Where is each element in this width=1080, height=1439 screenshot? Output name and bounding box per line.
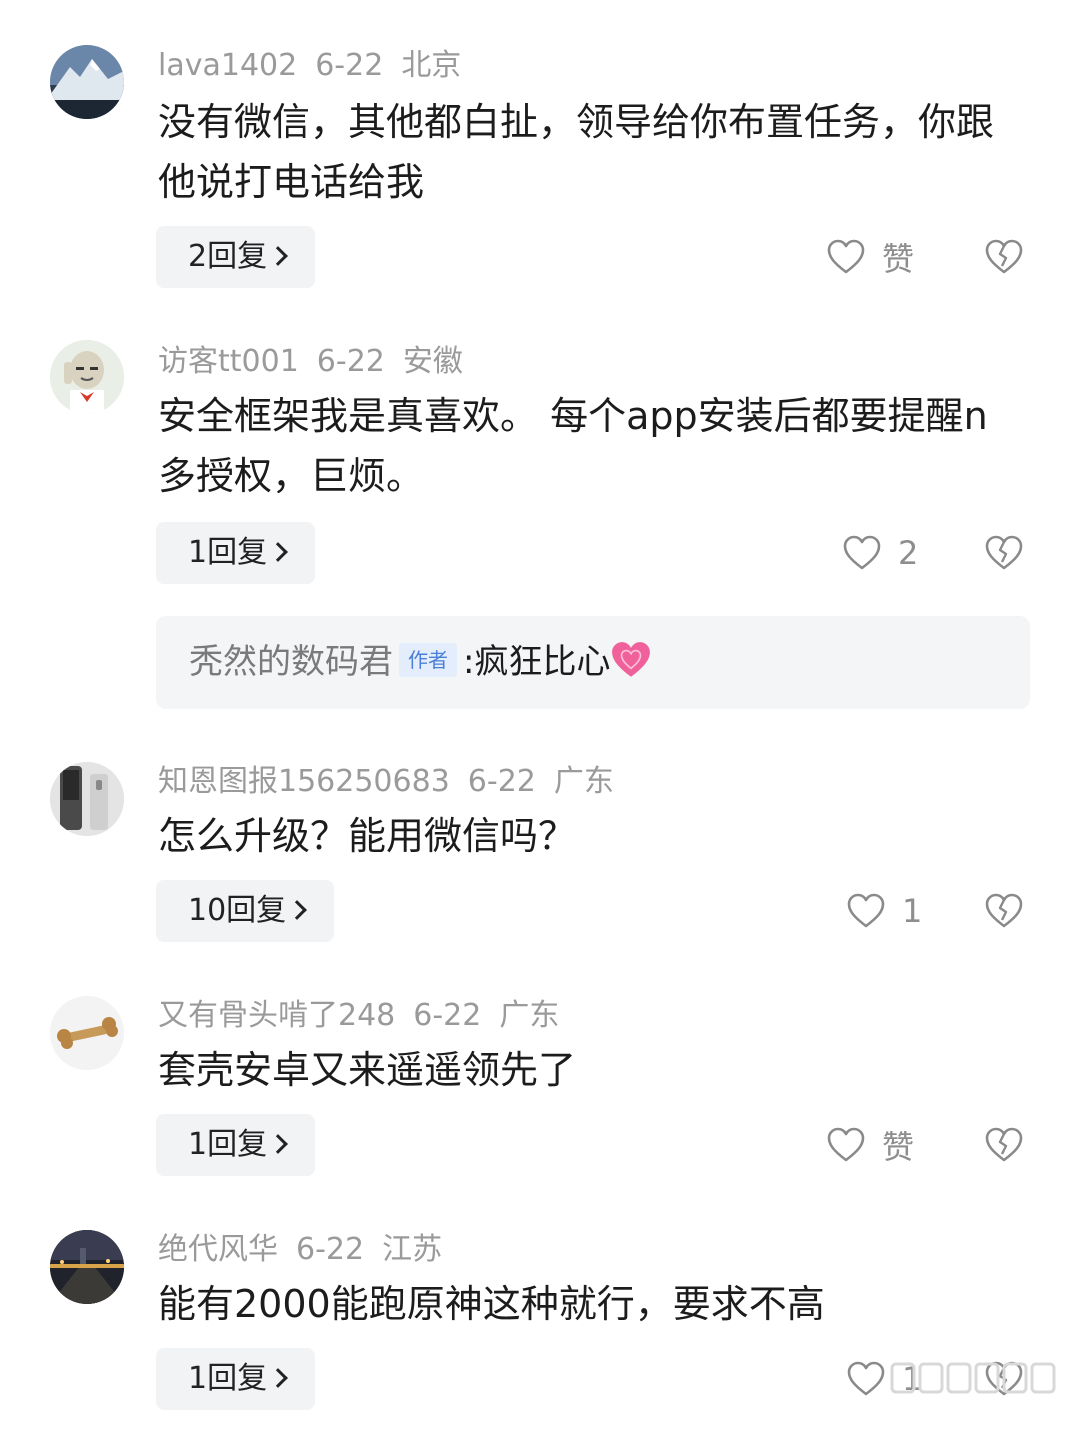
- comment-location: 北京: [401, 48, 462, 83]
- chevron-right-icon: [268, 1134, 288, 1154]
- avatar[interactable]: [50, 340, 124, 414]
- sub-reply-text: 疯狂比心: [474, 642, 611, 682]
- comment-text: 套壳安卓又来遥遥领先了: [158, 1048, 577, 1092]
- avatar[interactable]: [50, 996, 124, 1070]
- chevron-right-icon: [268, 1368, 288, 1388]
- comment-text: 怎么升级？能用微信吗？: [158, 814, 577, 858]
- like-count: 1: [902, 892, 923, 930]
- chevron-right-icon: [287, 900, 308, 920]
- broken-heart-icon[interactable]: [984, 533, 1024, 573]
- sub-reply[interactable]: 秃然的数码君 作者:疯狂比心: [156, 616, 1030, 709]
- comment-text: 能有2000能跑原神这种就行，要求不高: [158, 1282, 825, 1326]
- comment-location: 广东: [553, 764, 614, 799]
- avatar[interactable]: [50, 1230, 124, 1304]
- author-badge: 作者: [399, 643, 457, 677]
- like-button[interactable]: 赞: [826, 226, 914, 288]
- comment-location: 江苏: [382, 1232, 443, 1267]
- username[interactable]: 又有骨头啃了248: [158, 998, 395, 1033]
- watermark-logo: [890, 1362, 1056, 1394]
- comment-meta: 知恩图报156250683 6-22 广东: [158, 762, 632, 802]
- username[interactable]: 绝代风华: [158, 1232, 278, 1267]
- comment-date: 6-22: [413, 998, 482, 1033]
- like-button[interactable]: 1: [846, 880, 922, 942]
- replies-button[interactable]: 2回复: [156, 226, 316, 288]
- sub-reply-separator: :: [463, 642, 475, 682]
- replies-button[interactable]: 1回复: [156, 1114, 316, 1176]
- heart-outline-icon: [843, 535, 881, 570]
- replies-count: 2回复: [188, 239, 268, 274]
- like-button[interactable]: 2: [842, 522, 918, 584]
- comment-meta: 访客tt001 6-22 安徽: [158, 342, 481, 382]
- username[interactable]: 知恩图报156250683: [158, 764, 450, 799]
- comment-meta: 又有骨头啃了248 6-22 广东: [158, 996, 577, 1036]
- sub-reply-username[interactable]: 秃然的数码君: [189, 642, 393, 682]
- broken-heart-icon[interactable]: [984, 1125, 1024, 1165]
- heart-outline-icon: [827, 239, 865, 274]
- comment-date: 6-22: [316, 344, 385, 379]
- replies-count: 10回复: [188, 893, 287, 928]
- replies-button[interactable]: 1回复: [156, 1348, 316, 1410]
- comment-text: 没有微信，其他都白扯，领导给你布置任务，你跟他说打电话给我: [158, 100, 995, 204]
- username[interactable]: lava1402: [158, 48, 297, 83]
- avatar[interactable]: [50, 45, 124, 119]
- comment-date: 6-22: [315, 48, 384, 83]
- replies-count: 1回复: [188, 1127, 268, 1162]
- like-button[interactable]: 赞: [826, 1114, 914, 1176]
- like-count: 2: [898, 534, 919, 572]
- heart-outline-icon: [847, 1361, 885, 1396]
- pink-heart-emoji: [612, 642, 651, 677]
- comment-location: 广东: [499, 998, 560, 1033]
- username[interactable]: 访客tt001: [158, 344, 299, 379]
- replies-count: 1回复: [188, 535, 268, 570]
- replies-count: 1回复: [188, 1361, 268, 1396]
- broken-heart-icon[interactable]: [984, 891, 1024, 931]
- comment-meta: lava1402 6-22 北京: [158, 46, 479, 86]
- comment-meta: 绝代风华 6-22 江苏: [158, 1230, 460, 1270]
- heart-outline-icon: [847, 893, 885, 928]
- replies-button[interactable]: 1回复: [156, 522, 316, 584]
- comment-date: 6-22: [467, 764, 536, 799]
- avatar[interactable]: [50, 762, 124, 836]
- like-count: 赞: [882, 1128, 915, 1166]
- heart-outline-icon: [827, 1127, 865, 1162]
- broken-heart-icon[interactable]: [984, 237, 1024, 277]
- like-count: 赞: [882, 240, 915, 278]
- comment-text: 安全框架我是真喜欢。 每个app安装后都要提醒n多授权，巨烦。: [158, 394, 988, 498]
- chevron-right-icon: [268, 542, 288, 562]
- comment-location: 安徽: [402, 344, 463, 379]
- chevron-right-icon: [268, 246, 288, 266]
- replies-button[interactable]: 10回复: [156, 880, 335, 942]
- comment-date: 6-22: [296, 1232, 365, 1267]
